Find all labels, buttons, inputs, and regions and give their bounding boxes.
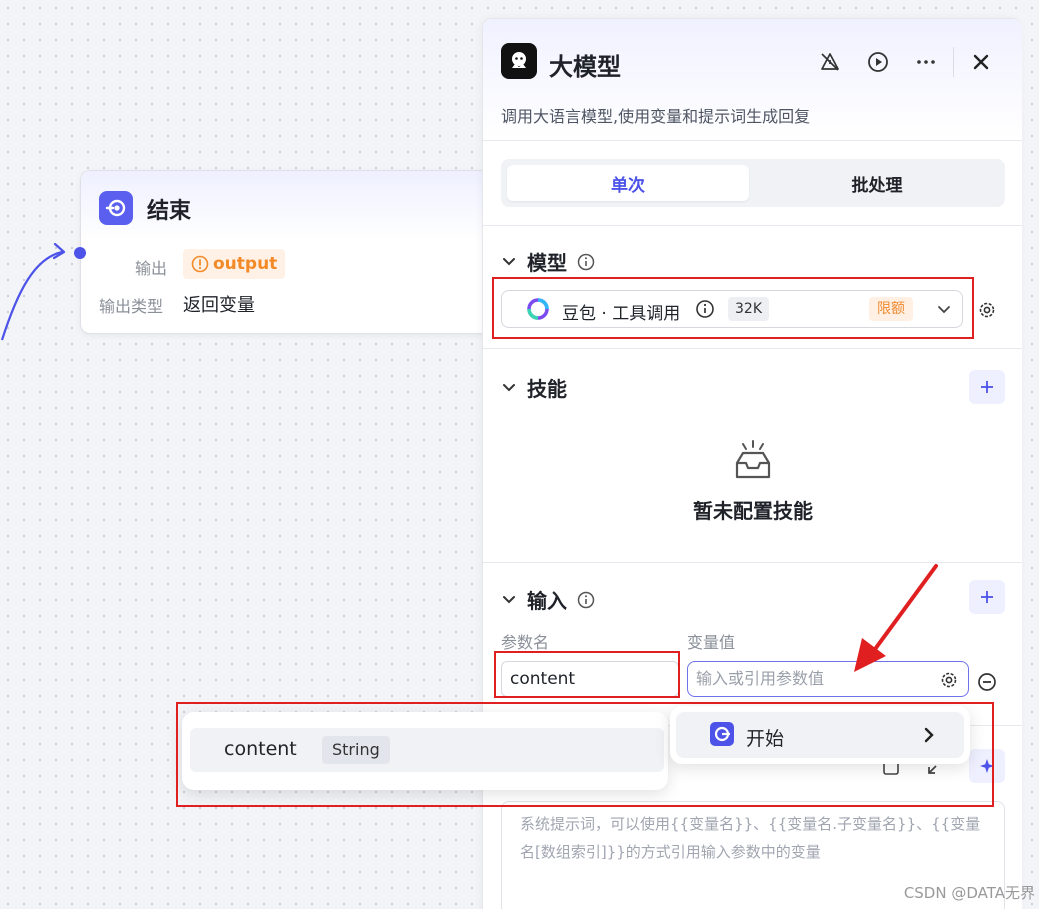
end-node-header — [81, 171, 499, 241]
panel-title: 大模型 — [549, 53, 621, 81]
model-section-title: 模型 — [527, 251, 567, 275]
chevron-down-icon — [503, 383, 515, 391]
mode-tabs: 单次 批处理 — [501, 159, 1005, 207]
model-section-header[interactable]: 模型 — [501, 247, 595, 276]
param-name-column-label: 参数名 — [501, 633, 550, 652]
end-node-card[interactable]: 结束 输出 output 输出类型 返回变量 — [74, 170, 500, 334]
chevron-down-icon — [503, 257, 515, 265]
variable-value-column-label: 变量值 — [687, 633, 736, 652]
output-label: 输出 — [135, 259, 168, 278]
skills-section-header[interactable]: 技能 — [501, 373, 567, 402]
annotation-arrow — [854, 564, 938, 672]
input-section-header[interactable]: 输入 — [501, 585, 595, 614]
mute-alert-button[interactable] — [817, 49, 843, 75]
output-variable-badge[interactable]: output — [183, 249, 286, 279]
watermark: CSDN @DATA无界 — [903, 884, 1035, 902]
more-button[interactable] — [913, 49, 939, 75]
plus-icon — [981, 381, 993, 393]
output-type-value: 返回变量 — [183, 295, 255, 316]
info-icon[interactable] — [577, 591, 595, 609]
info-icon[interactable] — [577, 253, 595, 271]
tab-single[interactable]: 单次 — [507, 165, 749, 201]
end-node-title: 结束 — [147, 199, 192, 224]
plus-icon — [981, 591, 993, 603]
skills-section-title: 技能 — [527, 377, 567, 401]
warning-icon — [191, 255, 209, 273]
llm-node-icon — [501, 43, 537, 79]
annotation-box-param — [494, 651, 680, 698]
input-port[interactable] — [74, 247, 86, 259]
divider — [483, 225, 1022, 226]
annotation-box-dropdown — [176, 702, 994, 807]
run-button[interactable] — [865, 49, 891, 75]
divider — [483, 348, 1022, 349]
output-variable-name: output — [213, 254, 278, 274]
close-button[interactable] — [968, 49, 994, 75]
annotation-box-model — [492, 277, 974, 339]
end-node-icon — [99, 191, 133, 225]
gear-icon[interactable] — [977, 300, 997, 320]
chevron-down-icon — [503, 595, 515, 603]
more-horizontal-icon — [917, 60, 935, 64]
panel-description: 调用大语言模型,使用变量和提示词生成回复 — [501, 107, 811, 126]
close-icon — [973, 54, 989, 70]
header-separator — [953, 47, 954, 77]
empty-inbox-icon — [735, 440, 771, 479]
play-circle-icon — [868, 52, 888, 72]
tab-batch[interactable]: 批处理 — [755, 165, 999, 201]
bell-off-icon — [821, 53, 839, 71]
output-type-label: 输出类型 — [99, 297, 164, 316]
add-input-button[interactable] — [969, 580, 1005, 614]
remove-circle-icon[interactable] — [977, 672, 997, 692]
no-skills-text: 暂未配置技能 — [693, 499, 813, 523]
input-section-title: 输入 — [527, 589, 567, 613]
add-skill-button[interactable] — [969, 370, 1005, 404]
